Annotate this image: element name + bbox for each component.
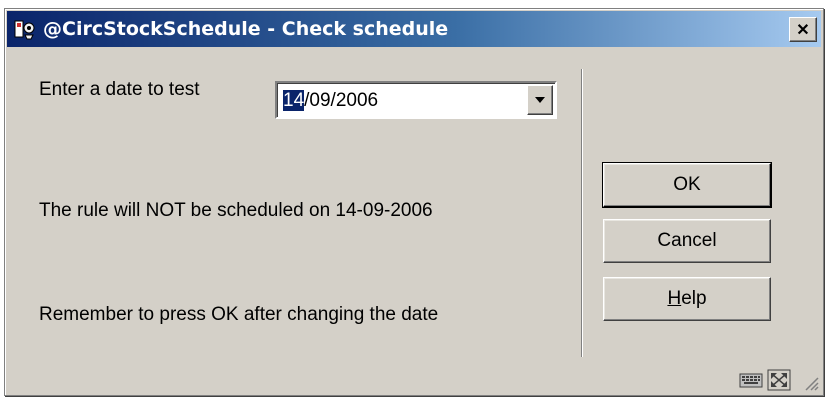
date-rest: /09/2006 xyxy=(304,90,379,111)
ok-button[interactable]: OK xyxy=(602,162,772,208)
date-label: Enter a date to test xyxy=(39,79,200,100)
chevron-down-icon xyxy=(535,97,545,103)
help-label: Help xyxy=(667,288,707,309)
resize-icon[interactable] xyxy=(767,369,791,391)
resize-grip-icon[interactable] xyxy=(803,375,819,391)
dropdown-button[interactable] xyxy=(527,85,553,115)
ok-label: OK xyxy=(673,174,701,195)
app-icon xyxy=(14,20,35,40)
close-icon: ✕ xyxy=(796,21,810,39)
date-dropdown[interactable]: 14/09/2006 xyxy=(275,81,557,119)
close-button[interactable]: ✕ xyxy=(789,17,817,42)
cancel-button[interactable]: Cancel xyxy=(603,219,771,263)
schedule-result-text: The rule will NOT be scheduled on 14-09-… xyxy=(39,200,433,221)
date-day-selection: 14 xyxy=(283,90,305,111)
date-field[interactable]: 14/09/2006 xyxy=(283,90,378,112)
window-title: @CircStockSchedule - Check schedule xyxy=(43,18,449,40)
dialog-window: @CircStockSchedule - Check schedule ✕ En… xyxy=(4,8,824,396)
cancel-label: Cancel xyxy=(657,230,717,251)
title-bar[interactable]: @CircStockSchedule - Check schedule ✕ xyxy=(7,11,821,47)
keyboard-icon[interactable] xyxy=(739,369,763,391)
help-button[interactable]: Help xyxy=(603,277,771,321)
hint-text: Remember to press OK after changing the … xyxy=(39,304,439,325)
vertical-divider xyxy=(581,69,583,357)
